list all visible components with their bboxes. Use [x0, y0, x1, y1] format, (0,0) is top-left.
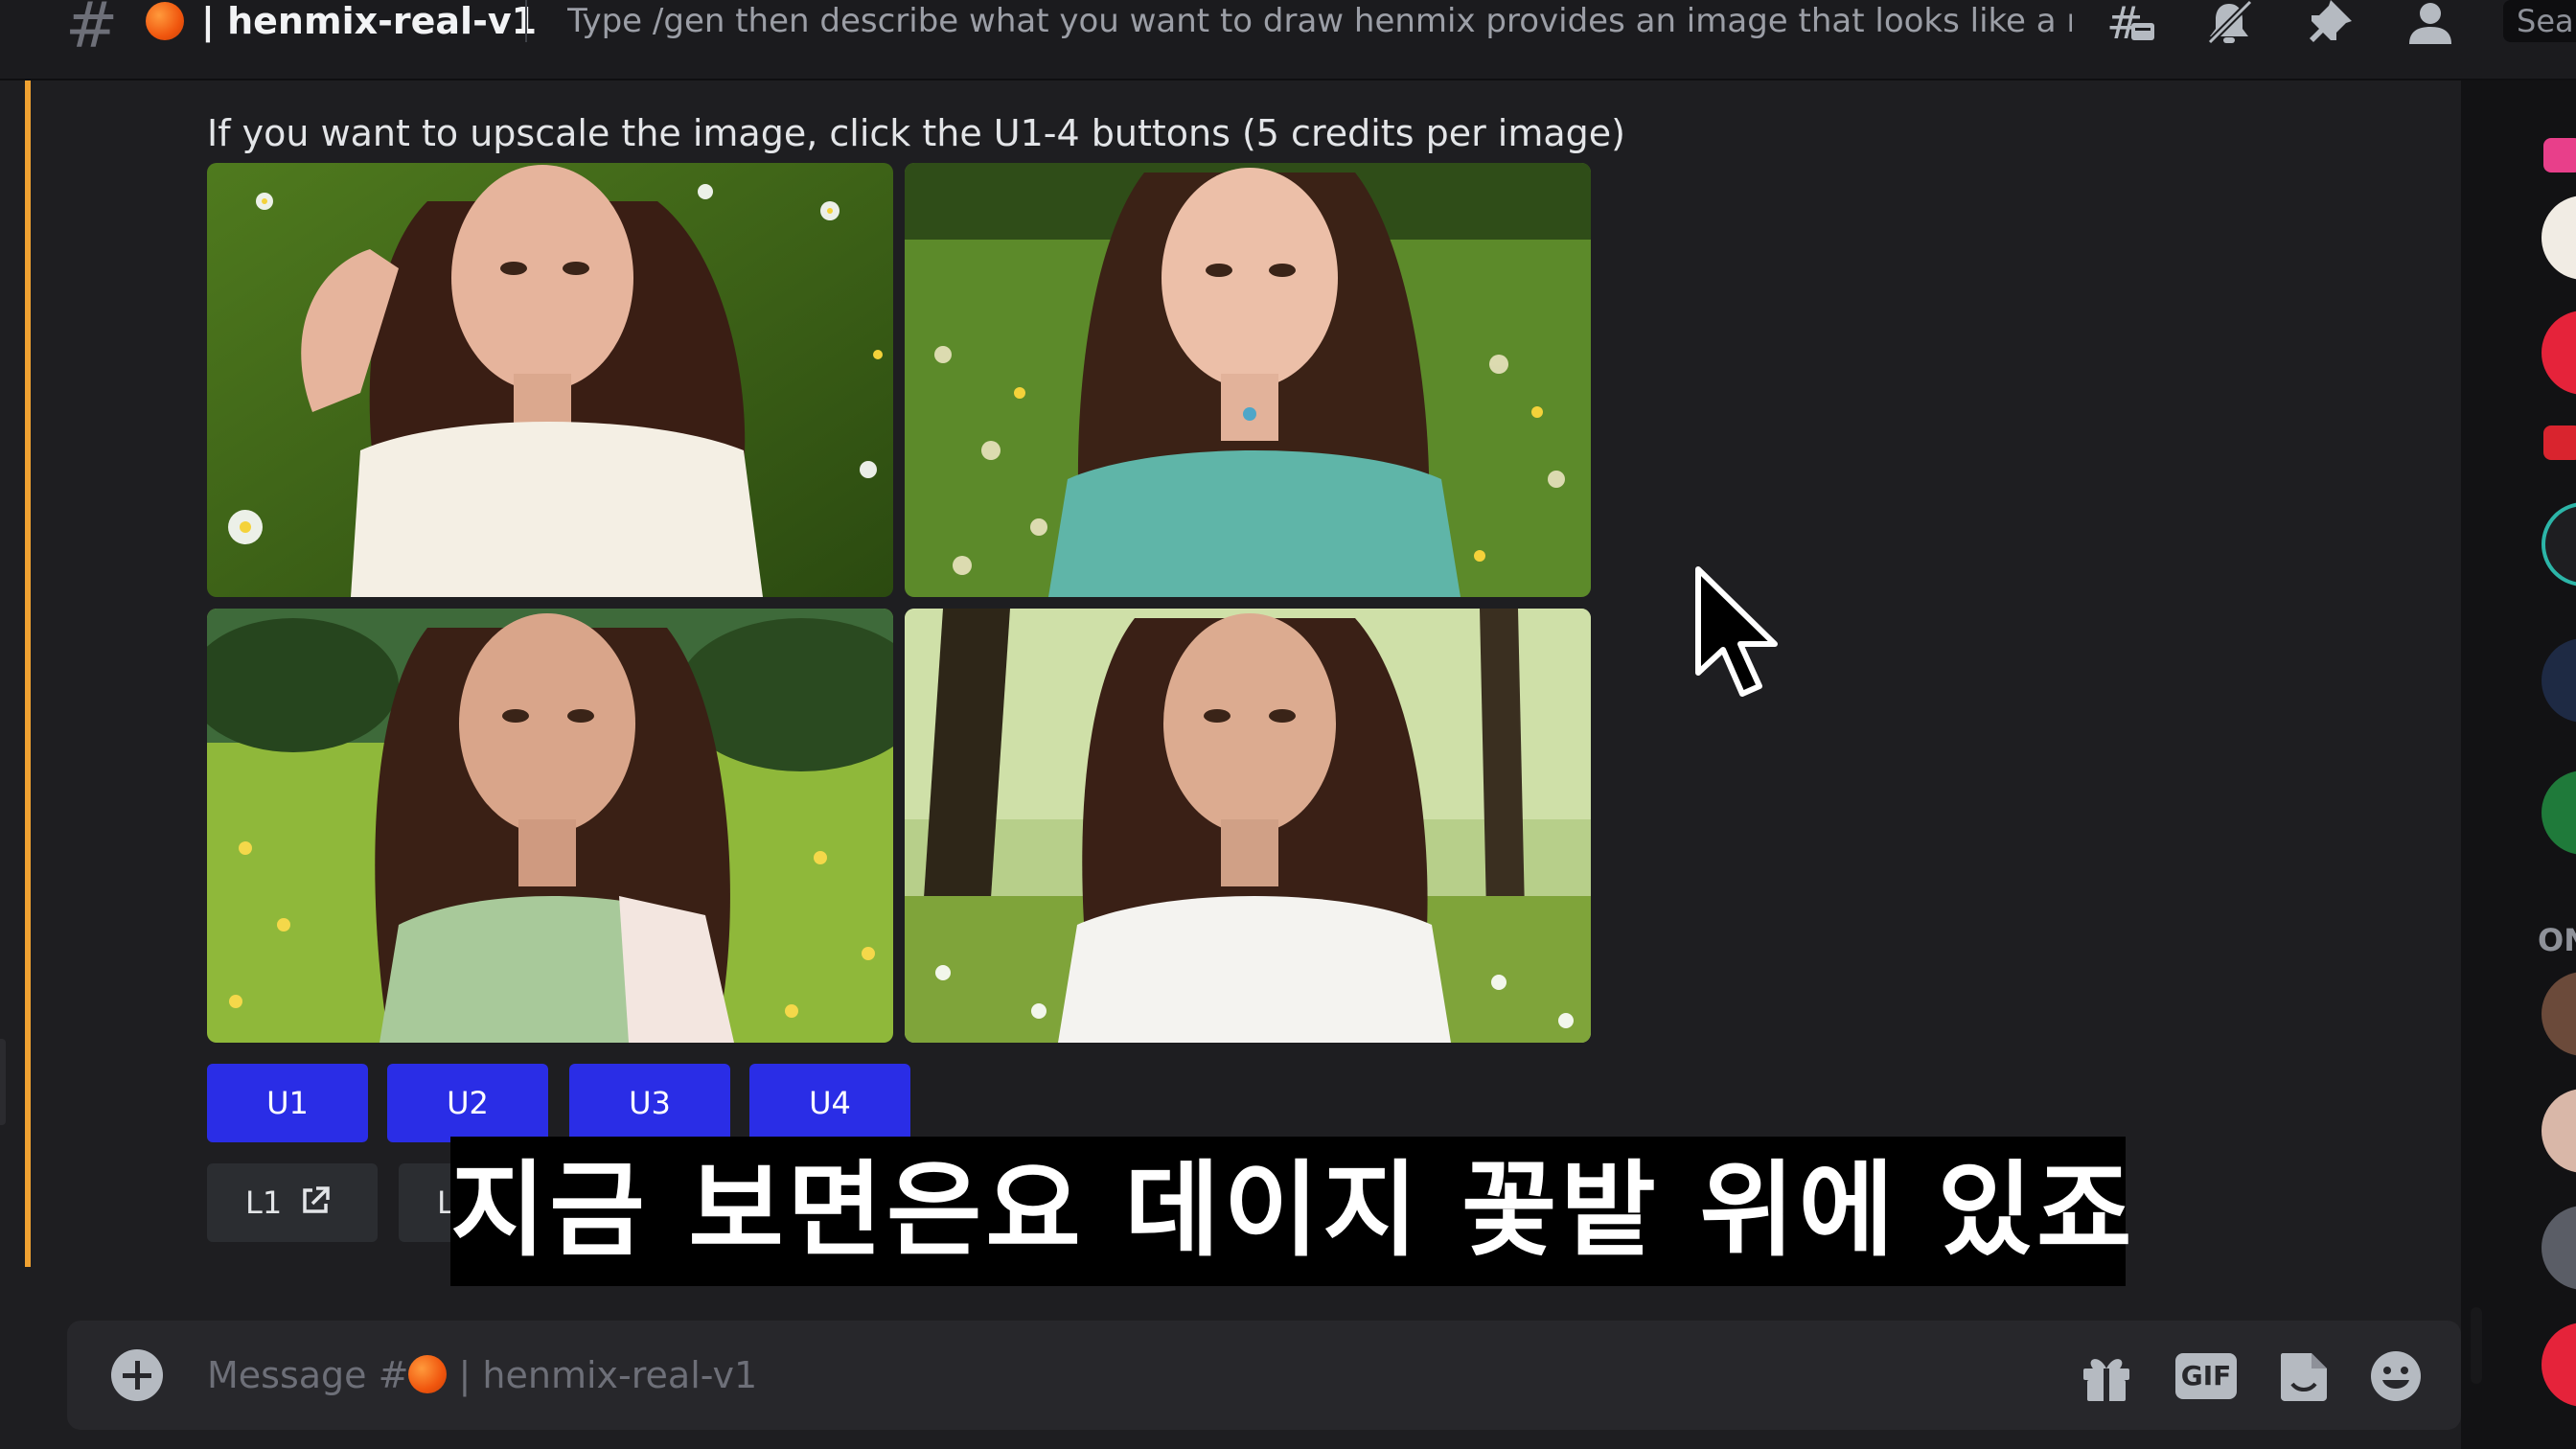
- search-input[interactable]: Sea: [2503, 0, 2576, 42]
- link-button-l1[interactable]: L1: [207, 1163, 378, 1242]
- members-icon[interactable]: [2404, 0, 2457, 46]
- external-link-icon: [303, 1186, 330, 1213]
- orange-circle-emoji: [408, 1355, 448, 1393]
- bot-instruction-text: If you want to upscale the image, click …: [207, 112, 1625, 154]
- upscale-button-u4[interactable]: U4: [749, 1064, 910, 1142]
- message-composer[interactable]: Message # | henmix-real-v1 GIF: [67, 1321, 2461, 1430]
- upscale-button-u2[interactable]: U2: [387, 1064, 548, 1142]
- header-divider: [525, 0, 527, 42]
- member-avatar-9[interactable]: [2542, 1322, 2576, 1407]
- member-activity-icon: [2543, 138, 2576, 172]
- video-subtitle: 지금 보면은요 데이지 꽃밭 위에 있죠: [450, 1137, 2131, 1286]
- generated-image-4[interactable]: [905, 609, 1591, 1043]
- generated-image-2[interactable]: [905, 163, 1591, 597]
- plus-icon[interactable]: [111, 1349, 163, 1401]
- link-button-label: L1: [245, 1184, 283, 1221]
- threads-icon[interactable]: #: [2104, 0, 2158, 49]
- member-list: ON: [2496, 80, 2576, 1449]
- member-avatar-2[interactable]: [2542, 310, 2576, 395]
- sticker-icon[interactable]: [2275, 1347, 2333, 1405]
- generated-image-grid: [207, 163, 1591, 1043]
- member-avatar-6[interactable]: [2542, 972, 2576, 1056]
- gift-icon[interactable]: [2078, 1347, 2135, 1405]
- mouse-cursor-icon: [1695, 566, 1778, 697]
- orange-circle-emoji: [146, 2, 184, 40]
- gif-button[interactable]: GIF: [2175, 1353, 2237, 1399]
- server-list-edge: [0, 1039, 6, 1125]
- channel-header: # | henmix-real-v1 Type /gen then descri…: [0, 0, 2576, 80]
- placeholder-channel: | henmix-real-v1: [447, 1354, 758, 1396]
- pin-icon[interactable]: [2304, 0, 2358, 46]
- member-avatar-7[interactable]: [2542, 1089, 2576, 1173]
- placeholder-prefix: Message #: [207, 1354, 409, 1396]
- member-avatar-8[interactable]: [2542, 1206, 2576, 1290]
- channel-name-text: henmix-real-v1: [227, 0, 538, 42]
- emoji-icon[interactable]: [2367, 1347, 2425, 1405]
- channel-name: | henmix-real-v1: [201, 0, 538, 42]
- message-input[interactable]: Message # | henmix-real-v1: [207, 1349, 757, 1401]
- mention-highlight-bar: [25, 80, 31, 1267]
- upscale-button-u3[interactable]: U3: [569, 1064, 730, 1142]
- generated-image-3[interactable]: [207, 609, 893, 1043]
- channel-topic[interactable]: Type /gen then describe what you want to…: [567, 0, 2072, 42]
- member-avatar-5[interactable]: [2542, 770, 2576, 855]
- mute-bell-icon[interactable]: [2202, 0, 2256, 46]
- member-avatar-4[interactable]: [2542, 638, 2576, 723]
- online-section-label: ON: [2538, 922, 2576, 958]
- scrollbar[interactable]: [2471, 1307, 2482, 1384]
- member-avatar-3[interactable]: [2542, 502, 2576, 586]
- member-activity-icon: [2543, 426, 2576, 460]
- upscale-button-u1[interactable]: U1: [207, 1064, 368, 1142]
- hash-icon: #: [65, 0, 119, 62]
- member-avatar-1[interactable]: [2542, 196, 2576, 280]
- generated-image-1[interactable]: [207, 163, 893, 597]
